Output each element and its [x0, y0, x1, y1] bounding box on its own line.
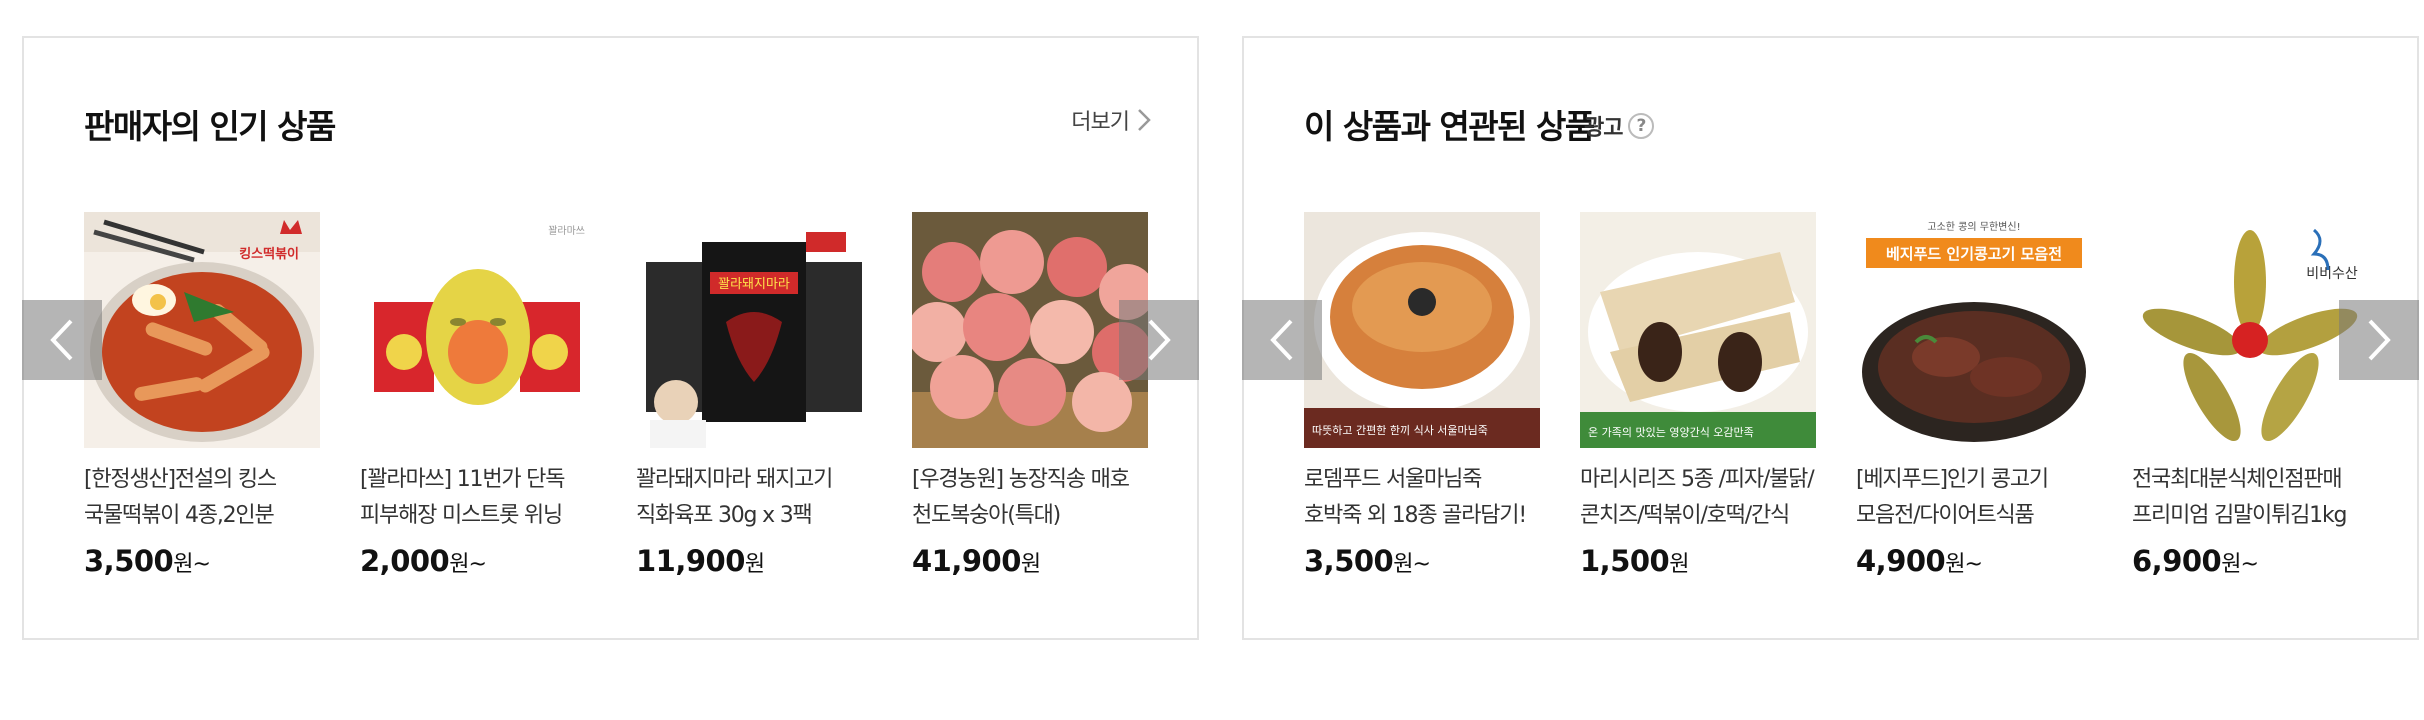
price-unit: 원~: [1393, 552, 1431, 577]
carousel-prev-button[interactable]: [22, 300, 102, 380]
price-value: 1,500: [1580, 544, 1670, 578]
product-card[interactable]: 비비수산 전국최대분식체인점판매 프리미엄 김말이튀김1kg 6,900원~: [2132, 212, 2368, 578]
price-unit: 원: [744, 552, 765, 577]
price-unit: 원~: [1945, 552, 1983, 577]
price-value: 3,500: [84, 544, 174, 578]
product-thumbnail[interactable]: 고소한 콩의 무한변신! 베지푸드 인기콩고기 모음전: [1856, 212, 2092, 448]
product-name[interactable]: 마리시리즈 5종 /피자/불닭/콘치즈/떡볶이/호떡/간식: [1580, 462, 1816, 534]
product-thumbnail[interactable]: 킹스떡볶이: [84, 212, 320, 448]
price-value: 4,900: [1856, 544, 1946, 578]
price-value: 6,900: [2132, 544, 2222, 578]
price-value: 41,900: [912, 544, 1021, 578]
thumb-sub-text: 고소한 콩의 무한변신!: [1927, 221, 2020, 233]
thumb-banner-text: 따뜻하고 간편한 한끼 식사 서울마님죽: [1312, 423, 1488, 437]
price-value: 3,500: [1304, 544, 1394, 578]
product-card[interactable]: 고소한 콩의 무한변신! 베지푸드 인기콩고기 모음전 [베지푸드]인기 콩고기…: [1856, 212, 2092, 578]
thumb-brand-text: 킹스떡볶이: [239, 246, 299, 262]
product-price: 1,500원: [1580, 544, 1816, 578]
price-value: 2,000: [360, 544, 450, 578]
chevron-right-icon: [1138, 109, 1151, 131]
product-price: 6,900원~: [2132, 544, 2368, 578]
carousel-next-button[interactable]: [2339, 300, 2419, 380]
ad-indicator: 광고 ?: [1584, 110, 1655, 142]
more-link[interactable]: 더보기: [1071, 104, 1151, 136]
chevron-right-icon: [2368, 319, 2391, 361]
thumb-banner-text: 베지푸드 인기콩고기 모음전: [1886, 245, 2062, 263]
price-unit: 원: [1669, 552, 1689, 577]
price-unit: 원~: [449, 552, 487, 577]
thumb-banner-text: 온 가족의 맛있는 영양간식 오감만족: [1588, 426, 1754, 439]
chevron-left-icon: [50, 319, 73, 361]
product-card[interactable]: [우경농원] 농장직송 매호 천도복숭아(특대) 5kg(18~23 41,90…: [912, 212, 1148, 578]
product-thumbnail[interactable]: 꽐라돼지마라: [636, 212, 872, 448]
product-name[interactable]: [꽐라마쓰] 11번가 단독 피부해장 미스트롯 위닝 마스크: [360, 462, 596, 534]
thumb-brand-text: 비비수산: [2306, 266, 2358, 282]
product-thumbnail[interactable]: 따뜻하고 간편한 한끼 식사 서울마님죽: [1304, 212, 1540, 448]
product-thumbnail[interactable]: [912, 212, 1148, 448]
product-name[interactable]: [한정생산]전설의 킹스 국물떡볶이 4종,2인분 3500원: [84, 462, 320, 534]
product-thumbnail[interactable]: 온 가족의 맛있는 영양간식 오감만족: [1580, 212, 1816, 448]
carousel-prev-button[interactable]: [1242, 300, 1322, 380]
price-unit: 원: [1020, 552, 1041, 577]
product-name[interactable]: [우경농원] 농장직송 매호 천도복숭아(특대) 5kg(18~23: [912, 462, 1148, 534]
thumb-brand-text: 꽐라마쓰: [548, 225, 585, 237]
seller-popular-panel: 판매자의 인기 상품 더보기 킹스떡볶이 [한정생산]전설의 킹스 국물떡볶이 …: [22, 36, 1199, 640]
question-icon[interactable]: ?: [1628, 113, 1655, 139]
price-value: 11,900: [636, 544, 745, 578]
product-card[interactable]: 꽐라돼지마라 꽐라돼지마라 돼지고기 직화육포 30g x 3팩 11,900원: [636, 212, 872, 578]
product-card[interactable]: 킹스떡볶이 [한정생산]전설의 킹스 국물떡볶이 4종,2인분 3500원 3,…: [84, 212, 320, 578]
price-unit: 원~: [2221, 552, 2259, 577]
product-price: 11,900원: [636, 544, 872, 578]
product-price: 2,000원~: [360, 544, 596, 578]
product-card[interactable]: 따뜻하고 간편한 한끼 식사 서울마님죽 로뎀푸드 서울마님죽 호박죽 외 18…: [1304, 212, 1540, 578]
product-card[interactable]: 온 가족의 맛있는 영양간식 오감만족 마리시리즈 5종 /피자/불닭/콘치즈/…: [1580, 212, 1816, 578]
panel-title: 판매자의 인기 상품: [84, 107, 336, 146]
panel-title: 이 상품과 연관된 상품: [1304, 107, 1595, 146]
product-price: 3,500원~: [84, 544, 320, 578]
product-price: 41,900원: [912, 544, 1148, 578]
product-thumbnail[interactable]: 꽐라마쓰: [360, 212, 596, 448]
related-products-panel: 이 상품과 연관된 상품 광고 ? 따뜻하고 간편한 한끼 식사 서울마님죽 로…: [1242, 36, 2419, 640]
product-name[interactable]: [베지푸드]인기 콩고기 모음전/다이어트식품: [1856, 462, 2092, 534]
product-name[interactable]: 전국최대분식체인점판매 프리미엄 김말이튀김1kg: [2132, 462, 2368, 534]
product-price: 3,500원~: [1304, 544, 1540, 578]
thumb-brand-text: 꽐라돼지마라: [718, 277, 790, 292]
more-label: 더보기: [1071, 110, 1130, 135]
ad-label: 광고: [1584, 116, 1623, 141]
chevron-left-icon: [1270, 319, 1293, 361]
product-name[interactable]: 꽐라돼지마라 돼지고기 직화육포 30g x 3팩: [636, 462, 872, 534]
product-thumbnail[interactable]: 비비수산: [2132, 212, 2368, 448]
price-unit: 원~: [173, 552, 211, 577]
product-price: 4,900원~: [1856, 544, 2092, 578]
chevron-right-icon: [1148, 319, 1171, 361]
carousel-next-button[interactable]: [1119, 300, 1199, 380]
product-card[interactable]: 꽐라마쓰 [꽐라마쓰] 11번가 단독 피부해장 미스트롯 위닝 마스크 2,0…: [360, 212, 596, 578]
product-name[interactable]: 로뎀푸드 서울마님죽 호박죽 외 18종 골라담기!: [1304, 462, 1540, 534]
